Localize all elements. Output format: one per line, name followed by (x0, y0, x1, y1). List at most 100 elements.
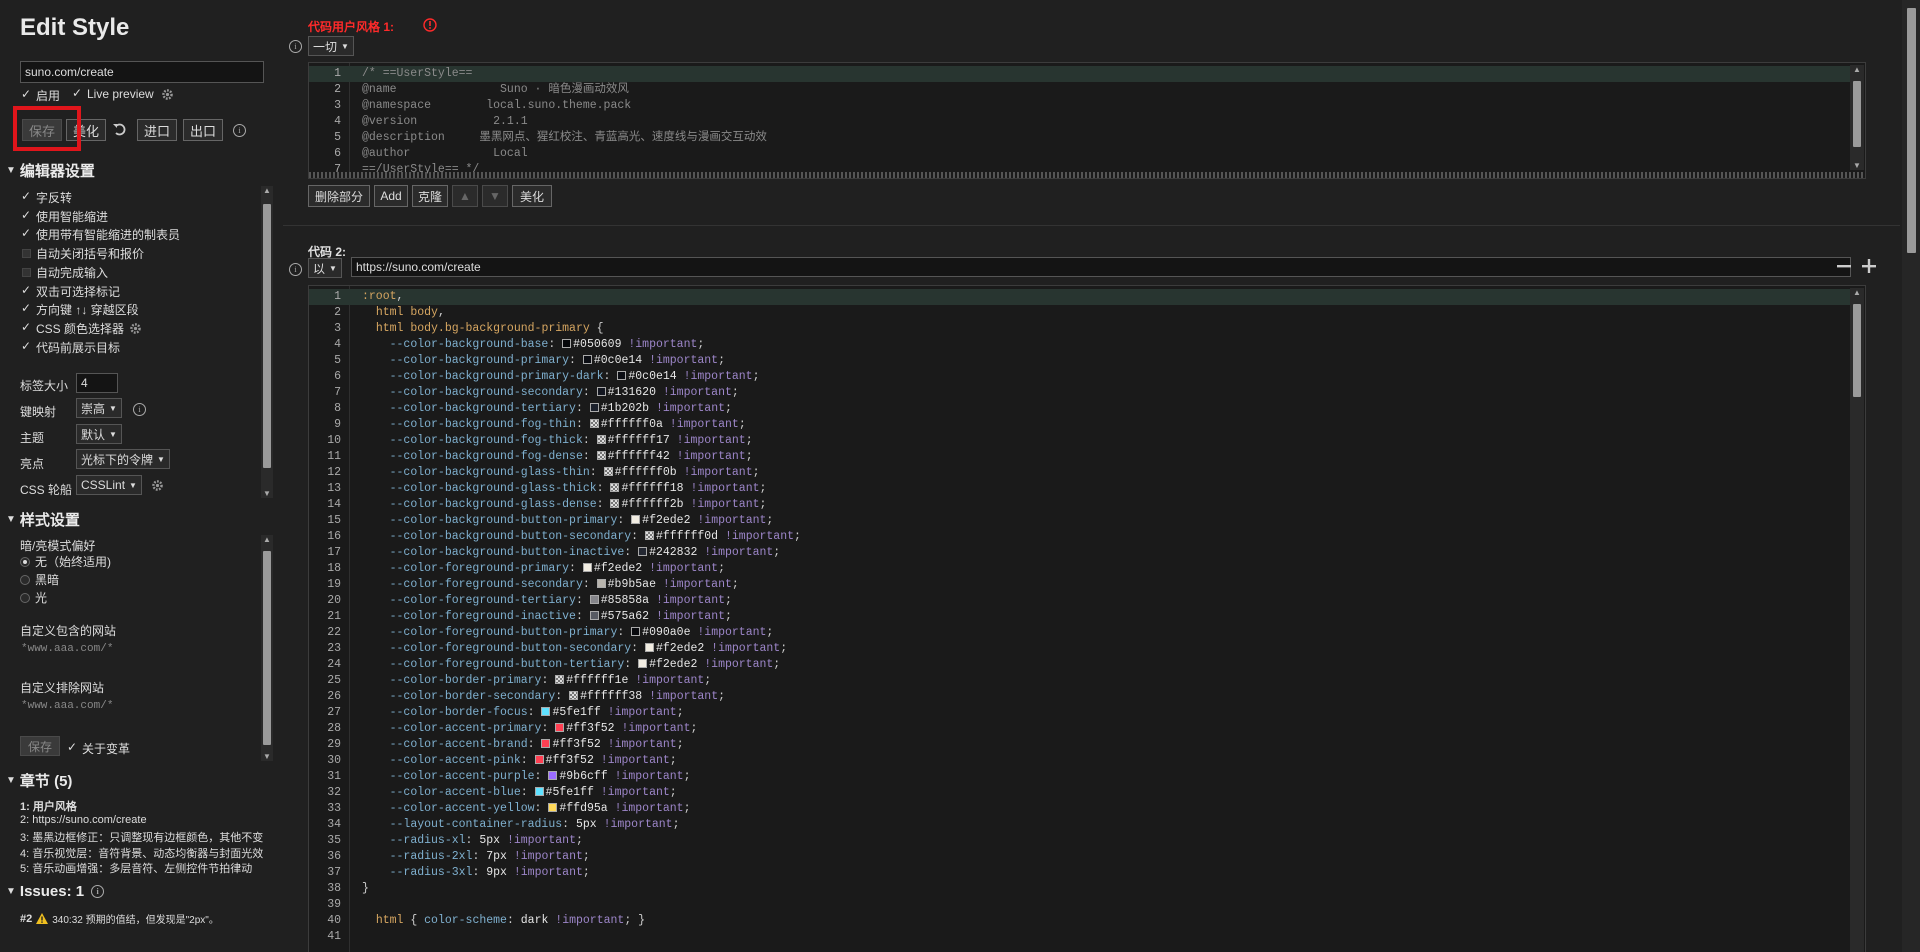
editor-option-checkbox[interactable]: 代码前展示目标 (21, 339, 120, 356)
color-swatch[interactable] (644, 531, 654, 540)
color-swatch[interactable] (589, 595, 599, 604)
code-line[interactable]: 1:root, (309, 289, 1851, 305)
resize-handle[interactable] (309, 172, 1865, 178)
code-line[interactable]: 21 --color-foreground-inactive: #575a62 … (309, 609, 1851, 625)
code-line[interactable]: 30 --color-accent-pink: #ff3f52 !importa… (309, 753, 1851, 769)
code-line[interactable]: 4 --color-background-base: #050609 !impo… (309, 337, 1851, 353)
info-icon[interactable]: i (133, 403, 146, 416)
color-swatch[interactable] (617, 371, 627, 380)
add-section-button[interactable]: Add (374, 185, 408, 207)
code-line[interactable]: 32 --color-accent-blue: #5fe1ff !importa… (309, 785, 1851, 801)
code-line[interactable]: 24 --color-foreground-button-tertiary: #… (309, 657, 1851, 673)
code-line[interactable]: 12 --color-background-glass-thin: #fffff… (309, 465, 1851, 481)
radio-button[interactable] (20, 556, 30, 567)
code-line[interactable]: 2 @name Suno · 暗色漫画动效风 (309, 82, 1851, 98)
color-swatch[interactable] (548, 771, 558, 780)
dark-mode-radio[interactable]: 光 (20, 589, 47, 606)
enable-checkbox[interactable]: 启用 (21, 87, 60, 104)
color-swatch[interactable] (644, 643, 654, 652)
style-settings-scrollbar[interactable]: ▲ ▼ (261, 535, 273, 761)
code-line[interactable]: 3 html body.bg-background-primary { (309, 321, 1851, 337)
code-line[interactable]: 7 --color-background-secondary: #131620 … (309, 385, 1851, 401)
info-icon[interactable]: i (233, 124, 246, 137)
color-swatch[interactable] (596, 435, 606, 444)
page-scrollbar[interactable] (1902, 0, 1920, 952)
keymap-select[interactable]: 崇高 ▼ (76, 398, 122, 418)
code-line[interactable]: 40 html { color-scheme: dark !important;… (309, 913, 1851, 929)
code-line[interactable]: 25 --color-border-primary: #ffffff1e !im… (309, 673, 1851, 689)
code-line[interactable]: 6 @author Local (309, 146, 1851, 162)
radio-button[interactable] (20, 574, 30, 585)
code-line[interactable]: 15 --color-background-button-primary: #f… (309, 513, 1851, 529)
section1-editor-scrollbar[interactable]: ▲ ▼ (1850, 65, 1864, 170)
section1-code-editor[interactable]: 1 /* ==UserStyle== 2 @name Suno · 暗色漫画动效风 3 @… (308, 62, 1866, 179)
dark-mode-radio[interactable]: 无（始终适用) (20, 553, 111, 570)
code-line[interactable]: 3 @namespace local.suno.theme.pack (309, 98, 1851, 114)
code-line[interactable]: 5 --color-background-primary: #0c0e14 !i… (309, 353, 1851, 369)
exclude-input[interactable]: *www.aaa.com/* (21, 700, 113, 712)
color-swatch[interactable] (548, 803, 558, 812)
color-swatch[interactable] (610, 499, 620, 508)
editor-option-checkbox[interactable]: CSS 颜色选择器 (21, 320, 142, 337)
gear-icon[interactable] (161, 88, 174, 101)
code-line[interactable]: 4 @version 2.1.1 (309, 114, 1851, 130)
info-icon[interactable]: i (289, 40, 302, 53)
code-line[interactable]: 6 --color-background-primary-dark: #0c0e… (309, 369, 1851, 385)
delete-section-button[interactable]: 删除部分 (308, 185, 370, 207)
section1-scope-select[interactable]: 一切 ▼ (308, 36, 354, 56)
radio-button[interactable] (20, 592, 30, 603)
code-line[interactable]: 10 --color-background-fog-thick: #ffffff… (309, 433, 1851, 449)
color-swatch[interactable] (534, 787, 544, 796)
gear-icon[interactable] (151, 479, 164, 492)
include-input[interactable]: *www.aaa.com/* (21, 643, 113, 655)
color-swatch[interactable] (541, 707, 551, 716)
code-line[interactable]: 19 --color-foreground-secondary: #b9b5ae… (309, 577, 1851, 593)
issues-header[interactable]: ▼ Issues: 1 i (6, 883, 105, 900)
tab-size-input[interactable] (76, 373, 118, 393)
sections-header[interactable]: ▼ 章节 (5) (6, 770, 72, 791)
style-settings-header[interactable]: ▼ 样式设置 (6, 509, 80, 530)
code-line[interactable]: 29 --color-accent-brand: #ff3f52 !import… (309, 737, 1851, 753)
info-icon[interactable]: i (289, 263, 302, 276)
color-swatch[interactable] (589, 611, 599, 620)
gear-icon[interactable] (129, 322, 142, 335)
code-line[interactable]: 23 --color-foreground-button-secondary: … (309, 641, 1851, 657)
color-swatch[interactable] (582, 355, 592, 364)
code-line[interactable]: 17 --color-background-button-inactive: #… (309, 545, 1851, 561)
color-swatch[interactable] (638, 547, 648, 556)
color-swatch[interactable] (562, 339, 572, 348)
code-line[interactable]: 28 --color-accent-primary: #ff3f52 !impo… (309, 721, 1851, 737)
editor-option-checkbox[interactable]: 方向键 ↑↓ 穿越区段 (21, 301, 139, 318)
code-line[interactable]: 33 --color-accent-yellow: #ffd95a !impor… (309, 801, 1851, 817)
color-swatch[interactable] (631, 627, 641, 636)
color-swatch[interactable] (589, 419, 599, 428)
code-line[interactable]: 36 --radius-2xl: 7px !important; (309, 849, 1851, 865)
editor-option-checkbox[interactable]: 使用带有智能缩进的制表员 (21, 226, 180, 243)
code-line[interactable]: 14 --color-background-glass-dense: #ffff… (309, 497, 1851, 513)
editor-settings-header[interactable]: ▼ 编辑器设置 (6, 160, 95, 181)
style-name-input[interactable] (20, 61, 264, 83)
code-line[interactable]: 18 --color-foreground-primary: #f2ede2 !… (309, 561, 1851, 577)
color-swatch[interactable] (638, 659, 648, 668)
section-list-item[interactable]: 4: 音乐视觉层：音符背景、动态均衡器与封面光效 (20, 845, 265, 861)
code-line[interactable]: 5 @description 墨黑网点、猩红校注、青蓝高光、速度线与漫画交互动效 (309, 130, 1851, 146)
color-swatch[interactable] (541, 739, 551, 748)
linter-select[interactable]: CSSLint ▼ (76, 475, 142, 495)
code-line[interactable]: 13 --color-background-glass-thick: #ffff… (309, 481, 1851, 497)
code-line[interactable]: 11 --color-background-fog-dense: #ffffff… (309, 449, 1851, 465)
section-list-item[interactable]: 1: 用户风格 (20, 798, 265, 814)
code-line[interactable]: 34 --layout-container-radius: 5px !impor… (309, 817, 1851, 833)
save-settings-button[interactable]: 保存 (20, 736, 60, 756)
move-down-button[interactable]: ▼ (482, 185, 508, 207)
code-line[interactable]: 16 --color-background-button-secondary: … (309, 529, 1851, 545)
color-swatch[interactable] (555, 723, 565, 732)
code-line[interactable]: 41 (309, 929, 1851, 945)
color-swatch[interactable] (555, 675, 565, 684)
code-line[interactable]: 20 --color-foreground-tertiary: #85858a … (309, 593, 1851, 609)
color-swatch[interactable] (534, 755, 544, 764)
undo-icon[interactable] (112, 121, 128, 137)
section2-url-input[interactable] (351, 257, 1851, 277)
section2-editor-scrollbar[interactable]: ▲ (1850, 288, 1864, 952)
code-line[interactable]: 31 --color-accent-purple: #9b6cff !impor… (309, 769, 1851, 785)
color-swatch[interactable] (582, 563, 592, 572)
